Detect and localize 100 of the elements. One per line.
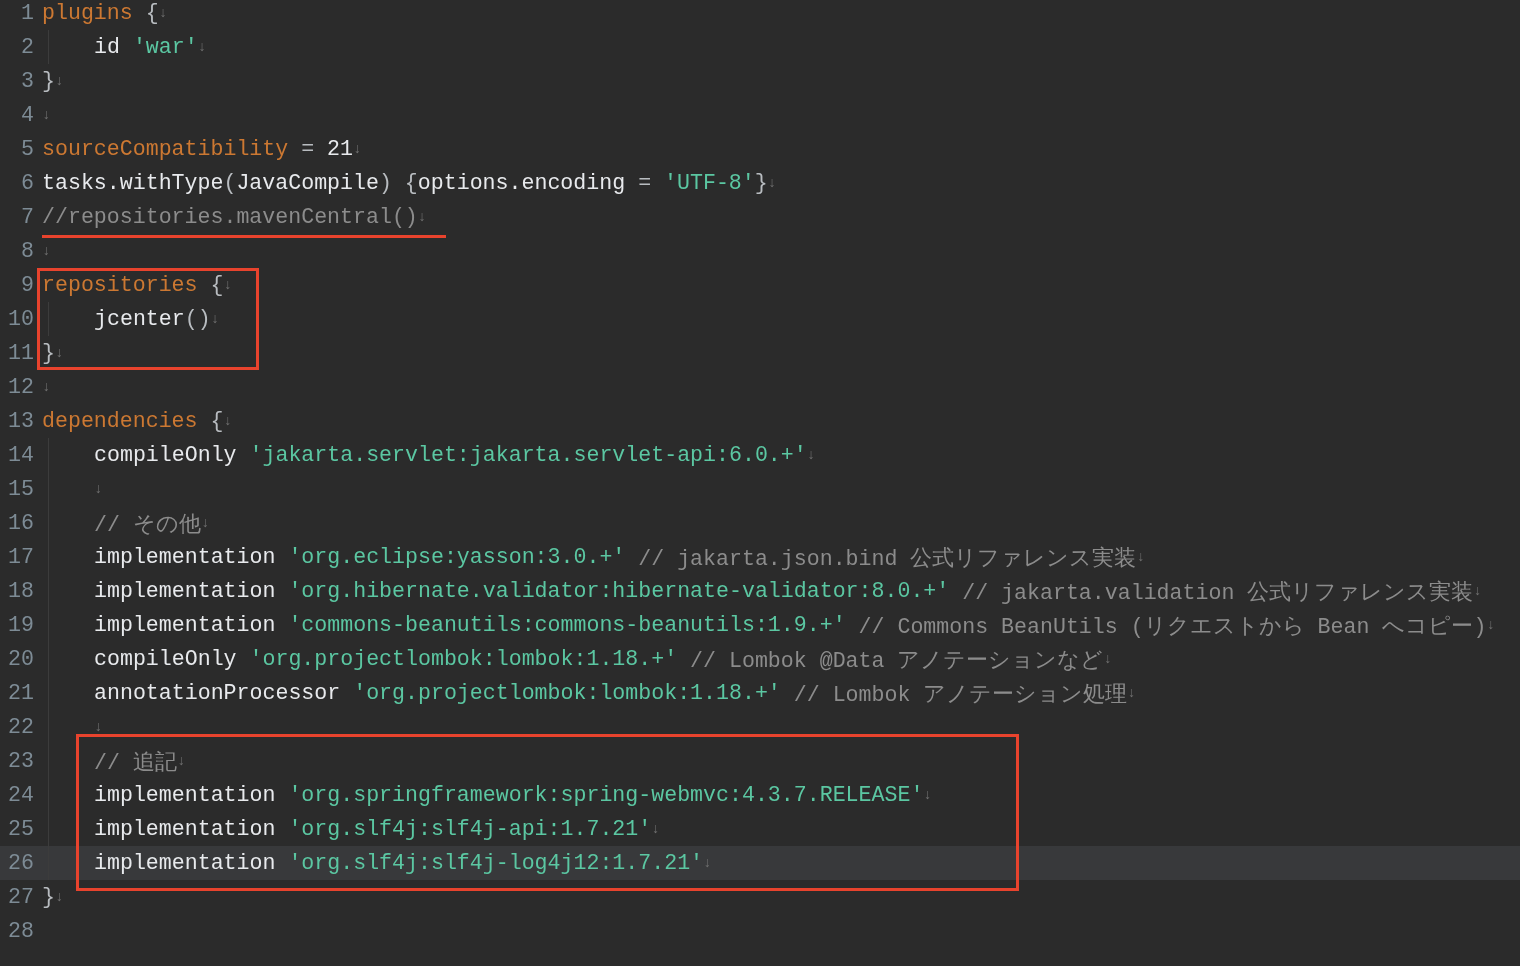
line-number: 11 [7,341,34,365]
code-text: JavaCompile [236,171,379,195]
line-end-mark: ↓ [42,379,51,395]
line-end-mark: ↓ [176,753,186,769]
line-end-mark: ↓ [767,175,777,191]
line-end-mark: ↓ [42,243,51,259]
code-text: annotationProcessor [94,681,342,705]
line-end-mark: ↓ [923,787,932,803]
line-end-mark: ↓ [703,855,712,871]
line-end-mark: ↓ [54,345,64,361]
line-number: 28 [7,919,34,943]
line-end-mark: ↓ [158,5,168,21]
line-end-mark: ↓ [806,447,816,463]
line-number: 27 [7,885,34,909]
code-string: 'war' [132,35,198,59]
line-end-mark: ↓ [1473,583,1482,599]
code-comment: // 追記 [94,749,177,776]
line-end-mark: ↓ [1486,617,1495,633]
code-text: compileOnly [94,647,238,671]
line-end-mark: ↓ [210,311,220,327]
code-punctuation: { [144,1,159,25]
line-end-mark: ↓ [200,515,210,531]
code-string: 'org.springframework:spring-webmvc:4.3.7.RELEASE' [288,783,924,807]
line-number: 22 [7,715,34,739]
line-end-mark: ↓ [94,719,103,735]
code-punctuation: } [42,341,55,365]
line-end-mark: ↓ [353,141,362,157]
code-punctuation: } [42,885,55,909]
code-punctuation: { [209,273,224,297]
code-punctuation: ) { [378,171,418,195]
line-number: 16 [7,511,34,535]
code-comment: // その他 [94,511,201,538]
code-keyword: dependencies [42,409,198,433]
line-number: 8 [20,239,34,263]
line-end-mark: ↓ [417,209,427,225]
line-number: 2 [20,35,34,59]
code-punctuation: = [637,171,653,195]
line-number: 4 [20,103,34,127]
code-text: tasks.withType [42,171,224,195]
line-end-mark: ↓ [54,889,64,905]
code-string: 'org.slf4j:slf4j-api:1.7.21' [288,817,652,841]
line-number: 6 [20,171,34,195]
line-number: 1 [20,1,34,25]
line-end-mark: ↓ [94,481,103,497]
code-keyword: sourceCompatibility [42,137,289,161]
line-end-mark: ↓ [1127,685,1136,701]
code-string: 'org.eclipse:yasson:3.0.+' [288,545,626,569]
code-comment: // jakarta.validation 公式リファレンス実装 [961,579,1474,606]
line-end-mark: ↓ [42,107,51,123]
code-comment: // Commons BeanUtils (リクエストから Bean へコピー) [857,613,1487,640]
code-string: 'org.slf4j:slf4j-log4j12:1.7.21' [288,851,704,875]
code-text: jcenter [94,307,185,331]
code-text: 21 [327,137,354,161]
code-punctuation: } [42,69,55,93]
code-string: 'org.projectlombok:lombok:1.18.+' [249,647,678,671]
line-end-mark: ↓ [1103,651,1112,667]
line-number: 5 [20,137,34,161]
code-string: 'jakarta.servlet:jakarta.servlet-api:6.0.+' [249,443,807,467]
code-text: implementation [94,783,277,807]
code-text: implementation [94,545,277,569]
line-end-mark: ↓ [1136,549,1145,565]
code-text: compileOnly [94,443,238,467]
code-text: implementation [94,817,277,841]
code-text: implementation [94,579,277,603]
line-number: 18 [7,579,34,603]
line-number: 25 [7,817,34,841]
code-text: implementation [94,851,277,875]
line-number: 9 [20,273,34,297]
line-end-mark: ↓ [223,413,232,429]
code-punctuation: } [754,171,768,195]
line-number: 23 [7,749,34,773]
line-number: 20 [7,647,34,671]
code-text: options.encoding [417,171,626,195]
code-text: id [94,35,121,59]
line-number: 26 [7,851,34,875]
code-keyword: repositories [42,273,198,297]
code-string: 'org.projectlombok:lombok:1.18.+' [353,681,781,705]
line-end-mark: ↓ [223,277,232,293]
code-comment: //repositories.mavenCentral() [42,205,418,229]
line-number: 12 [7,375,34,399]
code-keyword: plugins [42,1,133,25]
code-text: implementation [94,613,277,637]
code-comment: // Lombok @Data アノテーションなど [689,647,1104,674]
code-punctuation: () [184,307,211,331]
line-number: 3 [20,69,34,93]
line-number: 13 [7,409,34,433]
code-string: 'org.hibernate.validator:hibernate-validator:8.0.+' [288,579,950,603]
line-number: 15 [7,477,34,501]
line-number: 7 [20,205,34,229]
code-comment: // jakarta.json.bind 公式リファレンス実装 [637,545,1137,572]
code-comment: // Lombok アノテーション処理 [792,681,1128,708]
line-end-mark: ↓ [54,73,64,89]
line-number: 17 [7,545,34,569]
line-number: 10 [7,307,34,331]
line-end-mark: ↓ [651,821,660,837]
code-punctuation: ( [223,171,237,195]
line-number: 14 [7,443,34,467]
line-number: 24 [7,783,34,807]
code-string: 'UTF-8' [664,171,755,195]
line-end-mark: ↓ [197,39,207,55]
